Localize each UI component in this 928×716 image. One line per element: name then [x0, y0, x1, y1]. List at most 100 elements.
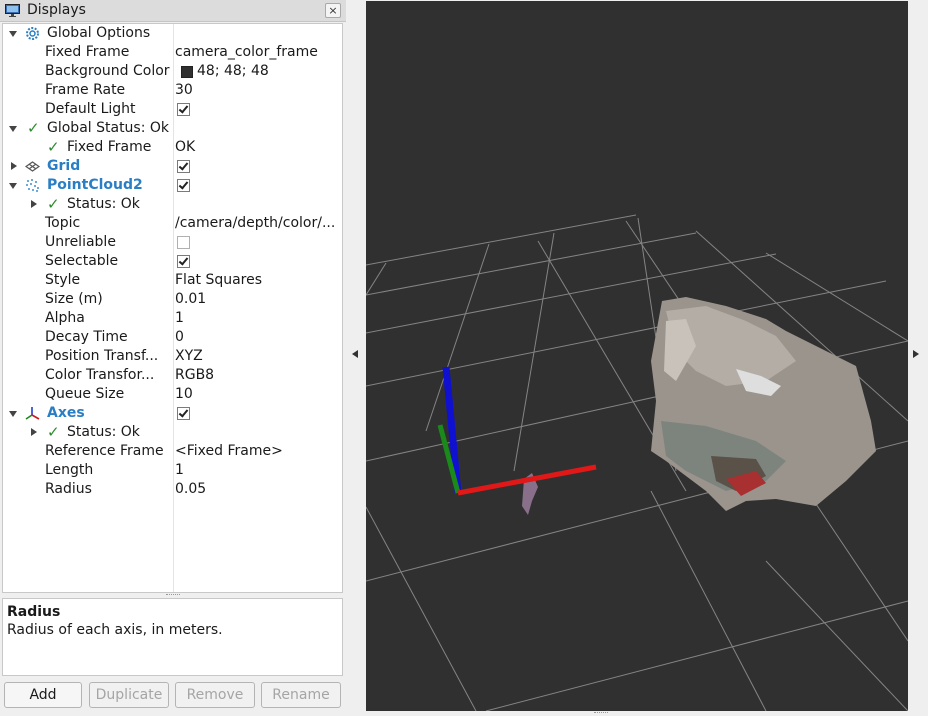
- 3d-render-view[interactable]: [366, 1, 908, 711]
- tree-row-color-transformer[interactable]: Color Transfor... RGB8: [3, 366, 342, 385]
- style-value[interactable]: Flat Squares: [175, 272, 341, 288]
- axes-label: Axes: [47, 405, 85, 421]
- axes-icon: [25, 407, 40, 420]
- checkmark-icon: [178, 103, 189, 114]
- selectable-label: Selectable: [45, 253, 119, 269]
- background-color-value[interactable]: 48; 48; 48: [197, 63, 363, 79]
- rename-button[interactable]: Rename: [261, 682, 341, 708]
- decay-time-value[interactable]: 0: [175, 329, 341, 345]
- tree-row-unreliable[interactable]: Unreliable: [3, 233, 342, 252]
- tree-row-frame-rate[interactable]: Frame Rate 30: [3, 81, 342, 100]
- checkmark-icon: [178, 160, 189, 171]
- monitor-icon: [5, 4, 20, 17]
- tree-row-axes-status[interactable]: ✓ Status: Ok: [3, 423, 342, 442]
- color-transformer-value[interactable]: RGB8: [175, 367, 341, 383]
- status-ok-icon: ✓: [47, 195, 60, 213]
- status-fixed-frame-label: Fixed Frame: [67, 139, 152, 155]
- expand-arrow-icon[interactable]: [9, 126, 17, 132]
- tree-row-radius[interactable]: Radius 0.05: [3, 480, 342, 499]
- splitter-handle[interactable]: [166, 594, 180, 597]
- tree-row-status-fixed-frame[interactable]: ✓ Fixed Frame OK: [3, 138, 342, 157]
- pointcloud2-status-label: Status: Ok: [67, 196, 140, 212]
- grid-checkbox[interactable]: [177, 160, 190, 173]
- scene-canvas[interactable]: [366, 1, 908, 711]
- tree-row-global-status[interactable]: ✓ Global Status: Ok: [3, 119, 342, 138]
- tree-row-decay-time[interactable]: Decay Time 0: [3, 328, 342, 347]
- alpha-label: Alpha: [45, 310, 85, 326]
- axes-status-label: Status: Ok: [67, 424, 140, 440]
- pointcloud2-checkbox[interactable]: [177, 179, 190, 192]
- tree-row-size[interactable]: Size (m) 0.01: [3, 290, 342, 309]
- gear-icon: [26, 27, 39, 40]
- tree-row-alpha[interactable]: Alpha 1: [3, 309, 342, 328]
- tree-row-style[interactable]: Style Flat Squares: [3, 271, 342, 290]
- default-light-checkbox[interactable]: [177, 103, 190, 116]
- expand-arrow-icon[interactable]: [9, 411, 17, 417]
- tree-row-grid[interactable]: Grid: [3, 157, 342, 176]
- tree-row-length[interactable]: Length 1: [3, 461, 342, 480]
- default-light-label: Default Light: [45, 101, 136, 117]
- position-transformer-label: Position Transf...: [45, 348, 159, 364]
- tree-row-pointcloud2-status[interactable]: ✓ Status: Ok: [3, 195, 342, 214]
- tree-row-position-transformer[interactable]: Position Transf... XYZ: [3, 347, 342, 366]
- alpha-value[interactable]: 1: [175, 310, 341, 326]
- grid-label: Grid: [47, 158, 81, 174]
- position-transformer-value[interactable]: XYZ: [175, 348, 341, 364]
- point-cloud: [651, 297, 876, 511]
- expand-right-panel-icon[interactable]: [913, 350, 919, 358]
- duplicate-button[interactable]: Duplicate: [89, 682, 169, 708]
- tree-row-global-options[interactable]: Global Options: [3, 24, 342, 43]
- tree-row-default-light[interactable]: Default Light: [3, 100, 342, 119]
- collapse-arrow-icon[interactable]: [31, 428, 37, 436]
- collapse-arrow-icon[interactable]: [11, 162, 17, 170]
- color-swatch[interactable]: [181, 66, 193, 78]
- pointcloud2-label: PointCloud2: [47, 177, 143, 193]
- length-value[interactable]: 1: [175, 462, 341, 478]
- unreliable-checkbox[interactable]: [177, 236, 190, 249]
- property-description: Radius Radius of each axis, in meters.: [2, 598, 343, 676]
- decay-time-label: Decay Time: [45, 329, 128, 345]
- bottom-splitter-handle[interactable]: [594, 712, 608, 715]
- tree-row-background-color[interactable]: Background Color 48; 48; 48: [3, 62, 342, 81]
- add-button[interactable]: Add: [4, 682, 82, 708]
- tree-row-pointcloud2[interactable]: PointCloud2: [3, 176, 342, 195]
- pointcloud-icon: [26, 179, 39, 192]
- collapse-left-panel-icon[interactable]: [352, 350, 358, 358]
- radius-value[interactable]: 0.05: [175, 481, 341, 497]
- reference-frame-value[interactable]: <Fixed Frame>: [175, 443, 341, 459]
- tree-row-queue-size[interactable]: Queue Size 10: [3, 385, 342, 404]
- panel-title: Displays: [27, 2, 86, 18]
- fixed-frame-value[interactable]: camera_color_frame: [175, 44, 341, 60]
- queue-size-value[interactable]: 10: [175, 386, 341, 402]
- checkmark-icon: [178, 179, 189, 190]
- size-label: Size (m): [45, 291, 103, 307]
- tree-row-reference-frame[interactable]: Reference Frame <Fixed Frame>: [3, 442, 342, 461]
- tree-row-fixed-frame[interactable]: Fixed Frame camera_color_frame: [3, 43, 342, 62]
- collapse-arrow-icon[interactable]: [31, 200, 37, 208]
- status-fixed-frame-value: OK: [175, 139, 196, 155]
- axes-checkbox[interactable]: [177, 407, 190, 420]
- close-panel-button[interactable]: ×: [325, 3, 341, 18]
- size-value[interactable]: 0.01: [175, 291, 341, 307]
- expand-arrow-icon[interactable]: [9, 183, 17, 189]
- tree-row-axes[interactable]: Axes: [3, 404, 342, 423]
- radius-label: Radius: [45, 481, 92, 497]
- unreliable-label: Unreliable: [45, 234, 116, 250]
- checkmark-icon: [178, 407, 189, 418]
- length-label: Length: [45, 462, 94, 478]
- selectable-checkbox[interactable]: [177, 255, 190, 268]
- description-text: Radius of each axis, in meters.: [7, 622, 223, 638]
- display-tree[interactable]: Global Options Fixed Frame camera_color_…: [2, 23, 343, 593]
- tree-row-selectable[interactable]: Selectable: [3, 252, 342, 271]
- queue-size-label: Queue Size: [45, 386, 125, 402]
- topic-label: Topic: [45, 215, 81, 231]
- tree-row-topic[interactable]: Topic /camera/depth/color/...: [3, 214, 342, 233]
- style-label: Style: [45, 272, 81, 288]
- status-ok-icon: ✓: [47, 423, 60, 441]
- displays-panel: Displays × Global Options Fixed Frame ca…: [0, 0, 346, 716]
- expand-arrow-icon[interactable]: [9, 31, 17, 37]
- fixed-frame-label: Fixed Frame: [45, 44, 130, 60]
- remove-button[interactable]: Remove: [175, 682, 255, 708]
- frame-rate-value[interactable]: 30: [175, 82, 341, 98]
- topic-value[interactable]: /camera/depth/color/...: [175, 215, 341, 231]
